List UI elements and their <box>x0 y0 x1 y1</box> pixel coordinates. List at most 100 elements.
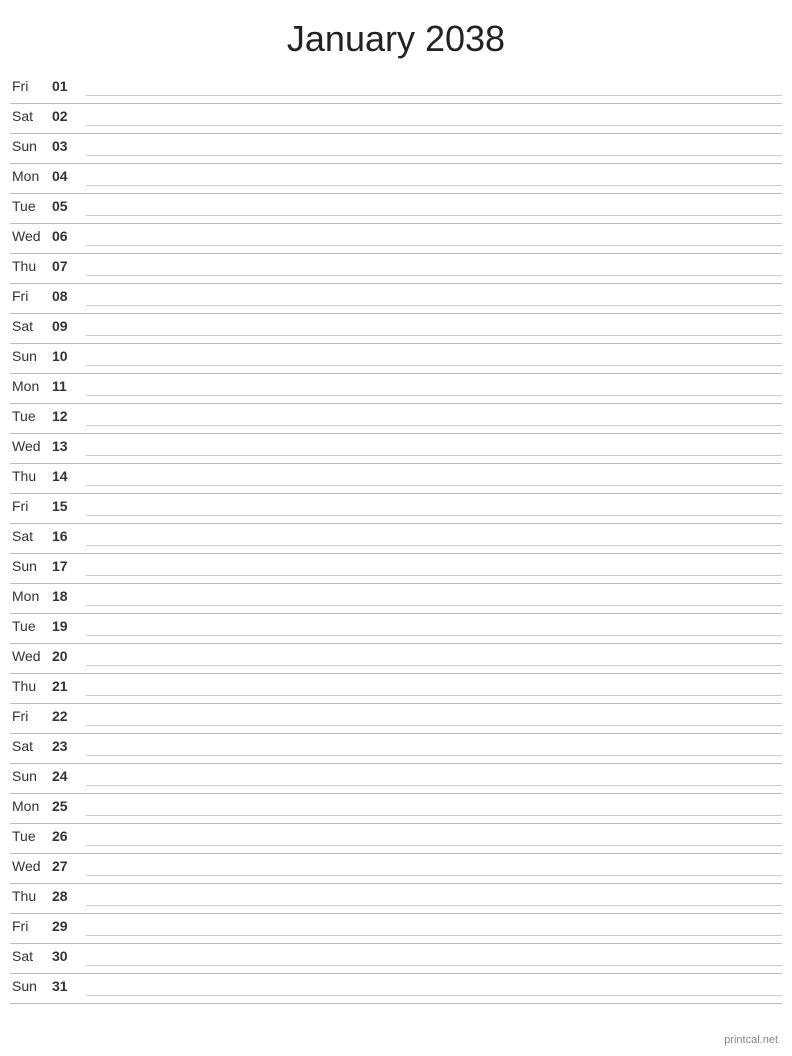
day-row: Tue26 <box>10 824 782 854</box>
day-name: Sat <box>10 318 52 334</box>
day-lines <box>80 558 782 576</box>
day-lines <box>80 78 782 96</box>
day-name: Fri <box>10 708 52 724</box>
day-name: Fri <box>10 288 52 304</box>
day-row: Tue12 <box>10 404 782 434</box>
day-row: Sun10 <box>10 344 782 374</box>
day-number: 26 <box>52 828 80 844</box>
day-row: Thu14 <box>10 464 782 494</box>
day-row: Wed06 <box>10 224 782 254</box>
day-number: 22 <box>52 708 80 724</box>
day-number: 24 <box>52 768 80 784</box>
day-row: Thu21 <box>10 674 782 704</box>
day-row: Fri15 <box>10 494 782 524</box>
day-row: Fri22 <box>10 704 782 734</box>
day-number: 23 <box>52 738 80 754</box>
day-lines <box>80 288 782 306</box>
day-row: Fri08 <box>10 284 782 314</box>
day-name: Tue <box>10 198 52 214</box>
day-lines <box>80 798 782 816</box>
day-name: Thu <box>10 258 52 274</box>
day-number: 20 <box>52 648 80 664</box>
day-number: 14 <box>52 468 80 484</box>
day-row: Mon25 <box>10 794 782 824</box>
day-row: Mon18 <box>10 584 782 614</box>
day-lines <box>80 498 782 516</box>
day-number: 06 <box>52 228 80 244</box>
day-number: 13 <box>52 438 80 454</box>
day-row: Sat09 <box>10 314 782 344</box>
day-row: Thu07 <box>10 254 782 284</box>
day-row: Sat30 <box>10 944 782 974</box>
day-number: 08 <box>52 288 80 304</box>
day-number: 01 <box>52 78 80 94</box>
day-row: Sat23 <box>10 734 782 764</box>
day-lines <box>80 168 782 186</box>
day-lines <box>80 468 782 486</box>
day-lines <box>80 828 782 846</box>
day-row: Sun03 <box>10 134 782 164</box>
day-name: Thu <box>10 678 52 694</box>
day-number: 07 <box>52 258 80 274</box>
day-name: Fri <box>10 78 52 94</box>
day-number: 28 <box>52 888 80 904</box>
day-row: Fri01 <box>10 74 782 104</box>
day-name: Sat <box>10 108 52 124</box>
day-lines <box>80 738 782 756</box>
day-number: 11 <box>52 378 80 394</box>
day-number: 17 <box>52 558 80 574</box>
day-name: Sat <box>10 948 52 964</box>
day-row: Sun17 <box>10 554 782 584</box>
day-number: 05 <box>52 198 80 214</box>
day-row: Wed13 <box>10 434 782 464</box>
day-lines <box>80 198 782 216</box>
day-name: Sun <box>10 978 52 994</box>
day-number: 31 <box>52 978 80 994</box>
day-name: Sun <box>10 348 52 364</box>
day-row: Tue19 <box>10 614 782 644</box>
day-number: 19 <box>52 618 80 634</box>
day-lines <box>80 408 782 426</box>
day-number: 12 <box>52 408 80 424</box>
day-number: 03 <box>52 138 80 154</box>
day-name: Tue <box>10 828 52 844</box>
day-name: Wed <box>10 438 52 454</box>
day-lines <box>80 708 782 726</box>
day-lines <box>80 978 782 996</box>
footer-text: printcal.net <box>724 1034 778 1046</box>
day-number: 21 <box>52 678 80 694</box>
day-number: 02 <box>52 108 80 124</box>
day-name: Fri <box>10 498 52 514</box>
day-name: Sun <box>10 558 52 574</box>
day-name: Sat <box>10 738 52 754</box>
day-lines <box>80 438 782 456</box>
day-number: 16 <box>52 528 80 544</box>
day-name: Mon <box>10 588 52 604</box>
day-name: Wed <box>10 858 52 874</box>
day-name: Mon <box>10 798 52 814</box>
day-lines <box>80 948 782 966</box>
day-name: Mon <box>10 168 52 184</box>
day-row: Sat16 <box>10 524 782 554</box>
day-lines <box>80 588 782 606</box>
day-row: Wed27 <box>10 854 782 884</box>
day-name: Sun <box>10 768 52 784</box>
day-name: Wed <box>10 228 52 244</box>
day-number: 15 <box>52 498 80 514</box>
day-number: 18 <box>52 588 80 604</box>
day-name: Sat <box>10 528 52 544</box>
day-number: 30 <box>52 948 80 964</box>
day-lines <box>80 138 782 156</box>
day-name: Sun <box>10 138 52 154</box>
day-name: Thu <box>10 888 52 904</box>
day-lines <box>80 318 782 336</box>
day-row: Tue05 <box>10 194 782 224</box>
day-lines <box>80 618 782 636</box>
day-row: Sat02 <box>10 104 782 134</box>
day-number: 09 <box>52 318 80 334</box>
day-row: Wed20 <box>10 644 782 674</box>
day-lines <box>80 258 782 276</box>
day-number: 29 <box>52 918 80 934</box>
day-lines <box>80 768 782 786</box>
day-number: 10 <box>52 348 80 364</box>
